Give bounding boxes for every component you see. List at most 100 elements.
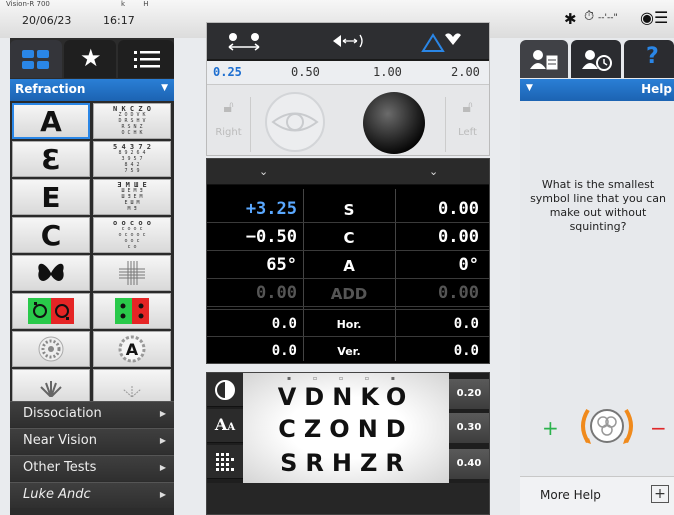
step-050[interactable]: 0.50 bbox=[291, 65, 320, 79]
lock-icon: 🔓︎ bbox=[462, 97, 473, 116]
test-letter-chart[interactable]: N K C Z O Z O D V K D R S H V R S N Z O … bbox=[93, 103, 171, 139]
axis-label: A bbox=[343, 257, 355, 275]
tab-patient-history[interactable] bbox=[571, 40, 621, 78]
acuity-020[interactable]: 0.20 bbox=[449, 379, 489, 409]
chevron-down-icon: ▼ bbox=[526, 83, 533, 93]
test-landolt-c[interactable]: C bbox=[12, 217, 90, 253]
test-letter-a[interactable]: A bbox=[12, 103, 90, 139]
acuity-030[interactable]: 0.30 bbox=[449, 413, 489, 443]
lock-icon: 🔓︎ bbox=[223, 97, 234, 116]
test-butterfly[interactable] bbox=[12, 255, 90, 291]
knob-rotation-icon bbox=[581, 408, 633, 444]
test-circled-a[interactable]: A bbox=[93, 331, 171, 367]
tab-help[interactable]: ? bbox=[624, 40, 674, 78]
test-red-green-dots[interactable] bbox=[93, 293, 171, 329]
test-tumbling-e[interactable]: E bbox=[12, 179, 90, 215]
vertical-prism-row[interactable]: 0.0 Ver. 0.0 bbox=[207, 337, 489, 365]
chart-line-2: CZOND bbox=[278, 415, 414, 443]
left-eye-occluded-icon[interactable] bbox=[361, 90, 427, 156]
horizontal-prism-row[interactable]: 0.0 Hor. 0.0 bbox=[207, 309, 489, 337]
acuity-chart-panel: AA ▪ ▫ ▫ ▫ ▪ VDNKO CZOND SRHZR 0.20 0.30… bbox=[206, 372, 490, 515]
gear-icon[interactable]: ✱ bbox=[564, 10, 577, 28]
test-partial-radial[interactable] bbox=[93, 369, 171, 401]
test-reversed-e[interactable]: Ɛ bbox=[12, 141, 90, 177]
patient-record-icon bbox=[530, 50, 559, 71]
add-right-value[interactable]: 0.00 bbox=[256, 283, 297, 303]
test-landolt-chart[interactable]: o o c o o c o o c o c o o c o o c c o bbox=[93, 217, 171, 253]
eye-distance-icon[interactable] bbox=[225, 31, 265, 53]
right-eye-open-icon[interactable] bbox=[257, 91, 333, 153]
cylinder-label: C bbox=[343, 229, 355, 247]
test-duochrome[interactable] bbox=[12, 293, 90, 329]
hor-left-value[interactable]: 0.0 bbox=[454, 316, 479, 332]
values-header: ⌄ ⌄ bbox=[207, 159, 489, 185]
lock-left[interactable]: 🔓︎ Left bbox=[445, 97, 489, 152]
star-icon: ★ bbox=[80, 44, 102, 72]
hor-right-value[interactable]: 0.0 bbox=[272, 316, 297, 332]
menu-near-vision[interactable]: Near Vision ▶ bbox=[10, 428, 174, 454]
lens-flip-icon[interactable] bbox=[331, 33, 365, 53]
contrast-button[interactable] bbox=[207, 373, 243, 407]
chevron-right-icon: ▶ bbox=[159, 409, 166, 418]
help-text: What is the smallest symbol line that yo… bbox=[530, 178, 666, 233]
ver-left-value[interactable]: 0.0 bbox=[454, 343, 479, 359]
ver-label: Ver. bbox=[337, 345, 361, 358]
step-200[interactable]: 2.00 bbox=[451, 65, 480, 79]
letter-size-button[interactable]: AA bbox=[207, 409, 243, 443]
sphere-row[interactable]: +3.25 S 0.00 bbox=[207, 195, 489, 223]
menu-other-tests[interactable]: Other Tests ▶ bbox=[10, 455, 174, 481]
test-number-chart[interactable]: 5 4 3 7 2 8 9 2 6 4 3 9 5 7 8 4 2 7 5 9 bbox=[93, 141, 171, 177]
acuity-040[interactable]: 0.40 bbox=[449, 449, 489, 479]
patient-history-icon bbox=[582, 50, 612, 71]
stopwatch-icon[interactable]: ⏱ bbox=[584, 9, 594, 24]
refraction-section-header[interactable]: Refraction ▼ bbox=[10, 79, 174, 101]
menu-dissociation[interactable]: Dissociation ▶ bbox=[10, 401, 174, 427]
axis-left-value[interactable]: 0° bbox=[459, 255, 479, 275]
test-e-chart[interactable]: Ǝ M Ш E Ш E M Ǝ Ш Ǝ E M E Ш M M Ǝ bbox=[93, 179, 171, 215]
red-green-dots-icon bbox=[115, 298, 149, 324]
step-100[interactable]: 1.00 bbox=[373, 65, 402, 79]
tab-patient-record[interactable] bbox=[520, 40, 568, 78]
phoropter-panel: 0.25 0.50 1.00 2.00 🔓︎ Right 🔓︎ Left bbox=[206, 22, 490, 156]
list-icon bbox=[134, 51, 160, 68]
add-left-value[interactable]: 0.00 bbox=[438, 283, 479, 303]
section-title: Refraction bbox=[15, 82, 86, 96]
more-help-bar: More Help + bbox=[520, 476, 674, 515]
more-help-button[interactable]: More Help bbox=[540, 488, 601, 502]
cylinder-row[interactable]: −0.50 C 0.00 bbox=[207, 223, 489, 251]
cross-grid-icon bbox=[119, 261, 145, 285]
axis-right-value[interactable]: 65° bbox=[266, 255, 297, 275]
chevron-down-icon[interactable]: ⌄ bbox=[259, 165, 268, 178]
circled-a-icon: A bbox=[118, 335, 146, 363]
right-panel: ? ▼ Help What is the smallest symbol lin… bbox=[520, 38, 674, 515]
sphere-right-value[interactable]: +3.25 bbox=[246, 199, 297, 219]
test-grid: A N K C Z O Z O D V K D R S H V R S N Z … bbox=[10, 101, 174, 401]
add-row[interactable]: 0.00 ADD 0.00 bbox=[207, 279, 489, 307]
chart-footer bbox=[207, 483, 489, 514]
tab-test-grid[interactable] bbox=[10, 40, 62, 78]
chevron-down-icon[interactable]: ⌄ bbox=[429, 165, 438, 178]
cylinder-left-value[interactable]: 0.00 bbox=[438, 227, 479, 247]
tab-list[interactable] bbox=[118, 40, 174, 78]
axis-row[interactable]: 65° A 0° bbox=[207, 251, 489, 279]
step-selector[interactable]: 0.25 0.50 1.00 2.00 bbox=[207, 61, 489, 85]
tab-favorites[interactable]: ★ bbox=[64, 40, 116, 78]
grid-icon bbox=[22, 50, 49, 69]
mask-button[interactable] bbox=[207, 445, 243, 479]
step-025[interactable]: 0.25 bbox=[213, 65, 242, 79]
sphere-left-value[interactable]: 0.00 bbox=[438, 199, 479, 219]
eye-selector: 🔓︎ Right 🔓︎ Left bbox=[207, 85, 489, 155]
eyes-icon[interactable]: ◉☰ bbox=[640, 8, 668, 27]
test-partial-fan[interactable] bbox=[12, 369, 90, 401]
prism-icon[interactable] bbox=[419, 29, 463, 55]
date-text: 20/06/23 bbox=[22, 14, 72, 27]
test-cross-grid[interactable] bbox=[93, 255, 171, 291]
help-header[interactable]: ▼ Help bbox=[520, 79, 674, 101]
cylinder-right-value[interactable]: −0.50 bbox=[246, 227, 297, 247]
acuity-chart-display[interactable]: ▪ ▫ ▫ ▫ ▪ VDNKO CZOND SRHZR bbox=[243, 373, 449, 483]
test-astigmatic-dial[interactable] bbox=[12, 331, 90, 367]
expand-button[interactable]: + bbox=[651, 485, 669, 503]
menu-patient[interactable]: Luke Andc ▶ bbox=[10, 482, 174, 508]
ver-right-value[interactable]: 0.0 bbox=[272, 343, 297, 359]
lock-right[interactable]: 🔓︎ Right bbox=[207, 97, 251, 152]
